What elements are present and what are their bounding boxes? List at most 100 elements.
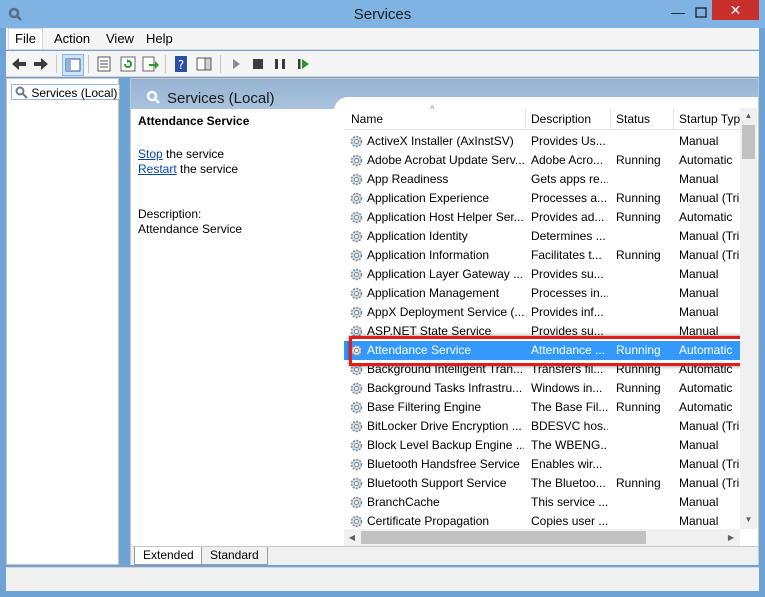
table-row[interactable]: App Readiness Gets apps re... Manual — [344, 170, 740, 189]
service-gear-icon — [350, 496, 363, 509]
start-service-icon[interactable] — [226, 54, 246, 74]
restart-service-suffix: the service — [176, 162, 239, 176]
scroll-right-arrow-icon[interactable]: ▶ — [723, 529, 739, 546]
column-header-status[interactable]: Status — [616, 112, 672, 126]
table-row[interactable]: AppX Deployment Service (... Provides inf… — [344, 303, 740, 322]
pane-title: Services (Local) — [167, 90, 275, 107]
table-row[interactable]: Application Information Facilitates t... R… — [344, 246, 740, 265]
cell-name: BitLocker Drive Encryption ... — [367, 419, 522, 433]
description-label: Description: — [138, 207, 202, 221]
table-row[interactable]: BitLocker Drive Encryption ... BDESVC hos… — [344, 417, 740, 436]
table-row[interactable]: Adobe Acrobat Update Serv... Adobe Acro..… — [344, 151, 740, 170]
service-gear-icon — [350, 249, 363, 262]
service-gear-icon — [350, 192, 363, 205]
table-row[interactable]: Application Layer Gateway ... Provides su… — [344, 265, 740, 284]
cell-description: This service ... — [531, 495, 608, 509]
cell-startup-type: Manual — [679, 134, 719, 148]
show-hide-pane-icon[interactable] — [194, 54, 214, 74]
stop-service-icon[interactable] — [248, 54, 268, 74]
tree-item-label: Services (Local) — [31, 86, 118, 100]
toolbar-separator — [88, 55, 89, 73]
cell-name: Application Experience — [367, 191, 490, 205]
tree-item-services-local[interactable]: Services (Local) — [11, 84, 121, 100]
properties-icon[interactable] — [94, 54, 114, 74]
cell-startup-type: Automatic — [679, 400, 733, 414]
forward-arrow-icon[interactable] — [31, 54, 51, 74]
column-header-description[interactable]: Description — [531, 112, 609, 126]
toolbar-separator — [165, 55, 166, 73]
cell-name: AppX Deployment Service (... — [367, 305, 524, 319]
vertical-scroll-thumb[interactable] — [742, 125, 755, 159]
cell-status: Running — [616, 381, 661, 395]
table-row[interactable]: Application Host Helper Ser... Provides a… — [344, 208, 740, 227]
stop-service-line: Stop the service — [138, 147, 224, 161]
table-row[interactable]: Application Experience Processes a... Runn… — [344, 189, 740, 208]
table-row[interactable]: Application Management Processes in... Man… — [344, 284, 740, 303]
cell-startup-type: Manual — [679, 267, 719, 281]
table-row[interactable]: Bluetooth Handsfree Service Enables wir..… — [344, 455, 740, 474]
table-row[interactable]: Block Level Backup Engine ... The WBENG..… — [344, 436, 740, 455]
menu-file[interactable]: File — [8, 28, 43, 50]
vertical-scrollbar[interactable] — [740, 108, 757, 529]
window-title: Services — [353, 6, 412, 23]
services-gear-icon — [15, 86, 28, 99]
column-divider[interactable] — [525, 108, 526, 130]
console-tree-icon[interactable] — [62, 54, 84, 76]
cell-description: Provides inf... — [531, 305, 604, 319]
cell-name: Application Identity — [367, 229, 468, 243]
column-header-name[interactable]: Name — [351, 112, 521, 126]
table-row[interactable]: ActiveX Installer (AxInstSV) Provides Us.… — [344, 132, 740, 151]
scroll-left-arrow-icon[interactable]: ◀ — [344, 529, 360, 546]
cell-status: Running — [616, 153, 661, 167]
close-button[interactable]: ✕ — [712, 0, 759, 20]
service-gear-icon — [350, 477, 363, 490]
cell-description: Gets apps re... — [531, 172, 608, 186]
refresh-icon[interactable] — [118, 54, 138, 74]
pause-service-icon[interactable] — [270, 54, 290, 74]
menu-view[interactable]: View — [100, 28, 140, 50]
cell-name: Application Host Helper Ser... — [367, 210, 524, 224]
cell-startup-type: Manual — [679, 286, 719, 300]
export-list-icon[interactable] — [140, 54, 160, 74]
back-arrow-icon[interactable] — [9, 54, 29, 74]
restart-service-icon[interactable] — [294, 54, 314, 74]
column-divider[interactable] — [610, 108, 611, 130]
column-header-startup-type[interactable]: Startup Typ — [679, 112, 740, 126]
table-row[interactable]: Application Identity Determines ... Manual… — [344, 227, 740, 246]
tab-extended[interactable]: Extended — [134, 547, 203, 565]
table-row[interactable]: Certificate Propagation Copies user ... Ma… — [344, 512, 740, 530]
cell-status: Running — [616, 248, 661, 262]
table-row[interactable]: Base Filtering Engine The Base Fil... Runn… — [344, 398, 740, 417]
column-divider[interactable] — [673, 108, 674, 130]
service-gear-icon — [350, 135, 363, 148]
table-row[interactable]: Bluetooth Support Service The Bluetoo... R… — [344, 474, 740, 493]
cell-startup-type: Manual — [679, 172, 719, 186]
table-row[interactable]: Background Tasks Infrastru... Windows in.… — [344, 379, 740, 398]
cell-startup-type: Automatic — [679, 210, 733, 224]
cell-description: The WBENG... — [531, 438, 608, 452]
help-icon[interactable]: ? — [171, 54, 191, 74]
cell-name: Block Level Backup Engine ... — [367, 438, 524, 452]
cell-description: Determines ... — [531, 229, 606, 243]
console-tree-pane: Services (Local) — [6, 78, 121, 565]
stop-service-link[interactable]: Stop — [138, 147, 163, 161]
maximize-button[interactable] — [690, 4, 712, 22]
horizontal-scroll-thumb[interactable] — [361, 531, 646, 544]
cell-startup-type: Manual (Tri — [679, 457, 740, 471]
restart-service-link[interactable]: Restart — [138, 162, 177, 176]
menu-help[interactable]: Help — [140, 28, 179, 50]
scroll-down-arrow-icon[interactable]: ▼ — [740, 512, 757, 528]
restart-service-line: Restart the service — [138, 162, 238, 176]
table-row[interactable]: BranchCache This service ... Manual — [344, 493, 740, 512]
cell-name: Certificate Propagation — [367, 514, 490, 528]
cell-name: Base Filtering Engine — [367, 400, 482, 414]
cell-name: Adobe Acrobat Update Serv... — [367, 153, 524, 167]
cell-description: Provides Us... — [531, 134, 606, 148]
tab-standard[interactable]: Standard — [201, 547, 268, 565]
cell-name: ActiveX Installer (AxInstSV) — [367, 134, 514, 148]
scroll-up-arrow-icon[interactable]: ▲ — [740, 108, 757, 124]
cell-startup-type: Manual (Tri — [679, 248, 740, 262]
highlight-box — [349, 336, 748, 366]
minimize-button[interactable]: — — [667, 4, 689, 22]
menu-action[interactable]: Action — [48, 28, 96, 50]
